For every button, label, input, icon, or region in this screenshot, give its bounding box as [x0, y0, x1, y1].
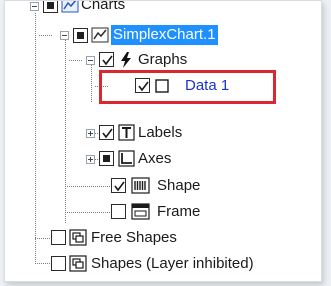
free-shapes-checkbox[interactable] [51, 230, 66, 245]
expand-toggle[interactable] [86, 129, 95, 138]
frame-window-icon [131, 203, 150, 221]
tree-line [91, 63, 92, 103]
bars-shape-icon [131, 177, 150, 195]
tree-line [39, 35, 53, 36]
collapse-toggle[interactable] [30, 2, 39, 11]
simplexchart-checkbox[interactable] [73, 28, 88, 43]
tree-line [35, 263, 51, 264]
object-tree-panel: Charts SimplexChart.1 Graphs Data 1 Labe… [4, 0, 322, 282]
tree-line [65, 186, 111, 187]
tree-line [69, 60, 83, 61]
text-label-icon [118, 124, 136, 142]
tree-node-free-shapes[interactable]: Free Shapes [91, 228, 177, 248]
labels-checkbox[interactable] [99, 125, 114, 140]
shapes-layer-inhibited-checkbox[interactable] [51, 256, 66, 271]
tree-node-shapes-layer-inhibited[interactable]: Shapes (Layer inhibited) [91, 254, 254, 274]
tree-line [65, 38, 66, 223]
tree-node-labels[interactable]: Labels [138, 123, 182, 143]
shape-checkbox[interactable] [111, 178, 126, 193]
highlight-annotation [99, 70, 276, 104]
tree-line [65, 212, 111, 213]
tree-node-simplexchart[interactable]: SimplexChart.1 [111, 25, 218, 45]
layer-icon [69, 255, 87, 273]
tree-node-axes[interactable]: Axes [138, 149, 171, 169]
frame-checkbox[interactable] [111, 204, 126, 219]
layer-icon [69, 229, 87, 247]
graphs-checkbox[interactable] [99, 52, 114, 67]
lightning-icon [118, 51, 136, 69]
collapse-toggle[interactable] [86, 56, 95, 65]
axes-checkbox[interactable] [99, 151, 114, 166]
tree-node-charts[interactable]: Charts [81, 1, 125, 15]
charts-checkbox[interactable] [43, 1, 58, 13]
collapse-toggle[interactable] [60, 31, 69, 40]
axes-icon [118, 150, 136, 168]
tree-line [35, 13, 36, 263]
line-chart-icon [91, 27, 109, 45]
tree-node-graphs[interactable]: Graphs [138, 50, 187, 70]
tree-line [35, 238, 51, 239]
line-chart-icon [61, 1, 79, 15]
tree-node-shape[interactable]: Shape [157, 176, 200, 196]
tree-node-frame[interactable]: Frame [157, 202, 200, 222]
expand-toggle[interactable] [86, 155, 95, 164]
